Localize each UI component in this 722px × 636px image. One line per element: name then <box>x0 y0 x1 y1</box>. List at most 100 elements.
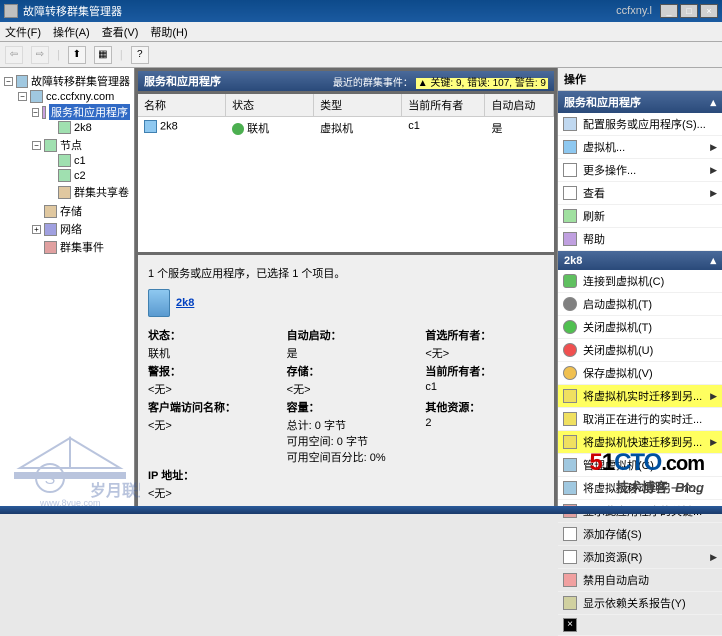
collapse-icon[interactable]: − <box>4 77 13 86</box>
action-disable-autostart[interactable]: 禁用自动启动 <box>558 569 722 592</box>
action-help[interactable]: 帮助 <box>558 228 722 251</box>
action-configure[interactable]: 配置服务或应用程序(S)... <box>558 113 722 136</box>
menu-action[interactable]: 操作(A) <box>53 24 90 40</box>
action-live-migrate[interactable]: 将虚拟机实时迁移到另...▶ <box>558 385 722 408</box>
action-delete[interactable]: × <box>558 615 722 636</box>
tree-csv[interactable]: 群集共享卷 <box>46 183 130 201</box>
tree-services[interactable]: −服务和应用程序 2k8 <box>32 103 130 136</box>
action-view[interactable]: 查看▶ <box>558 182 722 205</box>
window-title: 故障转移群集管理器 <box>23 3 122 19</box>
menu-help[interactable]: 帮助(H) <box>150 24 187 40</box>
move-icon <box>563 481 577 495</box>
col-status[interactable]: 状态 <box>226 94 314 116</box>
action-connect-vm[interactable]: 连接到虚拟机(C) <box>558 270 722 293</box>
action-vm[interactable]: 虚拟机...▶ <box>558 136 722 159</box>
vm-row-icon <box>144 120 157 133</box>
col-name[interactable]: 名称 <box>138 94 226 116</box>
maximize-button[interactable]: □ <box>680 4 698 18</box>
action-turnoff-vm[interactable]: 关闭虚拟机(T) <box>558 316 722 339</box>
titlebar: 故障转移群集管理器 ccfxny.l _ □ × <box>0 0 722 22</box>
tree-node-c2[interactable]: c2 <box>46 168 130 183</box>
connect-icon <box>563 274 577 288</box>
tree-storage[interactable]: 存储 <box>32 202 130 220</box>
collapse-icon[interactable]: − <box>32 141 41 150</box>
collapse-icon[interactable]: ▴ <box>710 254 716 267</box>
vm-large-icon <box>148 289 170 317</box>
submenu-arrow-icon: ▶ <box>710 552 717 563</box>
tree-vm-2k8[interactable]: 2k8 <box>46 120 130 135</box>
disable-icon <box>563 573 577 587</box>
action-start-vm[interactable]: 启动虚拟机(T) <box>558 293 722 316</box>
props-button[interactable]: ▦ <box>94 46 112 64</box>
actions-section-services[interactable]: 服务和应用程序▴ <box>558 91 722 113</box>
cluster-icon <box>30 90 43 103</box>
cluster-mgr-icon <box>16 75 28 88</box>
help-button[interactable]: ? <box>131 46 149 64</box>
action-cancel-migrate[interactable]: 取消正在进行的实时迁... <box>558 408 722 431</box>
actions-pane: 操作 服务和应用程序▴ 配置服务或应用程序(S)... 虚拟机...▶ 更多操作… <box>557 68 722 514</box>
action-refresh[interactable]: 刷新 <box>558 205 722 228</box>
detail-summary: 1 个服务或应用程序，已选择 1 个项目。 <box>148 265 544 281</box>
save-icon <box>563 366 577 380</box>
tree-root[interactable]: −故障转移群集管理器 −cc.ccfxny.com −服务和应用程序 2k8 −… <box>4 72 130 258</box>
submenu-arrow-icon: ▶ <box>710 165 717 176</box>
action-manage-vm[interactable]: 管理虚拟机(G) <box>558 454 722 477</box>
actions-section-2k8[interactable]: 2k8▴ <box>558 251 722 270</box>
quick-migrate-icon <box>563 435 577 449</box>
action-move-vm[interactable]: 将虚拟机移动到另一个... <box>558 477 722 500</box>
tree-node-c1[interactable]: c1 <box>46 153 130 168</box>
action-quick-migrate[interactable]: 将虚拟机快速迁移到另...▶ <box>558 431 722 454</box>
more-icon <box>563 163 577 177</box>
detail-panel: 1 个服务或应用程序，已选择 1 个项目。 2k8 状态： 自动启动： 首选所有… <box>138 255 554 511</box>
minimize-button[interactable]: _ <box>660 4 678 18</box>
up-button[interactable]: ⬆ <box>68 46 86 64</box>
action-add-storage[interactable]: 添加存储(S) <box>558 523 722 546</box>
submenu-arrow-icon: ▶ <box>710 391 717 402</box>
menu-file[interactable]: 文件(F) <box>5 24 41 40</box>
submenu-arrow-icon: ▶ <box>710 142 717 153</box>
tree-nodes[interactable]: −节点 c1 c2 群集共享卷 <box>32 136 130 202</box>
action-add-resource[interactable]: 添加资源(R)▶ <box>558 546 722 569</box>
collapse-icon[interactable]: ▴ <box>710 96 716 109</box>
tree-events[interactable]: 群集事件 <box>32 238 130 256</box>
partial-text: ccfxny.l <box>616 5 652 17</box>
action-more[interactable]: 更多操作...▶ <box>558 159 722 182</box>
tree-network[interactable]: +网络 <box>32 220 130 238</box>
play-icon <box>563 297 577 311</box>
vm-icon <box>58 121 71 134</box>
migrate-icon <box>563 389 577 403</box>
report-icon <box>563 596 577 610</box>
panel-title: 服务和应用程序 <box>144 73 221 89</box>
table-row[interactable]: 2k8 联机 虚拟机 c1 是 <box>138 117 554 139</box>
action-dependency-report[interactable]: 显示依赖关系报告(Y) <box>558 592 722 615</box>
refresh-icon <box>563 209 577 223</box>
actions-title: 操作 <box>558 68 722 91</box>
network-icon <box>44 223 57 236</box>
status-online-icon <box>232 123 244 135</box>
submenu-arrow-icon: ▶ <box>710 437 717 448</box>
collapse-icon[interactable]: − <box>18 92 27 101</box>
help-icon <box>563 232 577 246</box>
col-type[interactable]: 类型 <box>314 94 402 116</box>
cancel-migrate-icon <box>563 412 577 426</box>
collapse-icon[interactable]: − <box>32 108 39 117</box>
action-save-vm[interactable]: 保存虚拟机(V) <box>558 362 722 385</box>
action-shutdown-vm[interactable]: 关闭虚拟机(U) <box>558 339 722 362</box>
app-icon <box>4 4 18 18</box>
menubar: 文件(F) 操作(A) 查看(V) 帮助(H) <box>0 22 722 42</box>
col-auto[interactable]: 自动启动 <box>485 94 554 116</box>
close-button[interactable]: × <box>700 4 718 18</box>
taskbar <box>0 506 722 514</box>
node-icon <box>58 154 71 167</box>
col-owner[interactable]: 当前所有者 <box>402 94 485 116</box>
toolbar: ⇦ ⇨ | ⬆ ▦ | ? <box>0 42 722 68</box>
csv-icon <box>58 186 71 199</box>
add-resource-icon <box>563 550 577 564</box>
vm-link[interactable]: 2k8 <box>176 297 194 309</box>
event-summary[interactable]: ▲ 关键: 9, 错误: 107, 警告: 9 <box>416 78 548 89</box>
delete-icon: × <box>563 618 577 632</box>
tree-cluster[interactable]: −cc.ccfxny.com −服务和应用程序 2k8 −节点 c1 <box>18 89 130 257</box>
submenu-arrow-icon: ▶ <box>710 188 717 199</box>
menu-view[interactable]: 查看(V) <box>102 24 139 40</box>
expand-icon[interactable]: + <box>32 225 41 234</box>
